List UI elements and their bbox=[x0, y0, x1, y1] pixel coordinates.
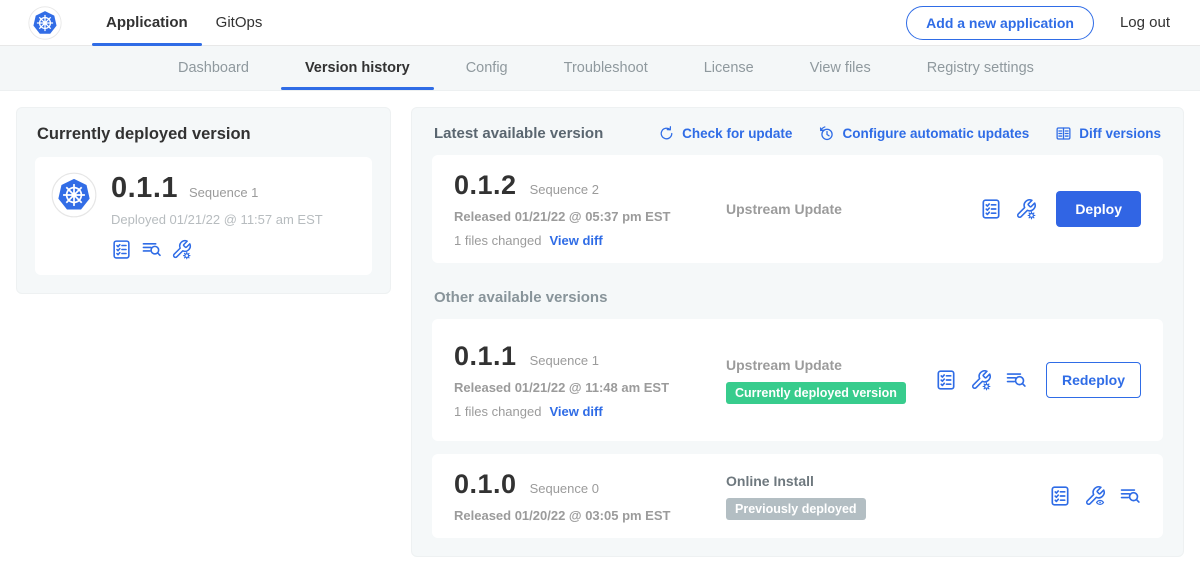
logout-button[interactable]: Log out bbox=[1120, 14, 1170, 31]
view-logs-icon[interactable] bbox=[141, 239, 162, 260]
view-config-icon[interactable] bbox=[1084, 485, 1106, 507]
version-actions: Deploy bbox=[980, 191, 1141, 227]
version-source: Upstream Update Currently deployed versi… bbox=[722, 357, 935, 404]
view-diff-link[interactable]: View diff bbox=[549, 233, 602, 248]
release-notes-icon[interactable] bbox=[935, 369, 957, 391]
currently-deployed-panel: Currently deployed version 0.1.1 Sequenc… bbox=[16, 107, 391, 294]
view-logs-icon[interactable] bbox=[1119, 485, 1141, 507]
redeploy-button[interactable]: Redeploy bbox=[1046, 362, 1141, 398]
subtab-version-history[interactable]: Version history bbox=[277, 46, 438, 90]
version-actions: Redeploy bbox=[935, 362, 1141, 398]
source-label: Upstream Update bbox=[726, 201, 980, 217]
version-number: 0.1.2 bbox=[454, 170, 517, 201]
files-changed-label: 1 files changed bbox=[454, 233, 541, 248]
main-content: Currently deployed version 0.1.1 Sequenc… bbox=[0, 91, 1200, 564]
deployed-version-card: 0.1.1 Sequence 1 Deployed 01/21/22 @ 11:… bbox=[35, 157, 372, 275]
other-versions-title: Other available versions bbox=[434, 289, 1161, 306]
version-row-0-1-1: 0.1.1 Sequence 1 Released 01/21/22 @ 11:… bbox=[432, 319, 1163, 441]
source-label: Online Install bbox=[726, 473, 1049, 489]
top-nav-right: Add a new application Log out bbox=[906, 6, 1170, 40]
view-logs-icon[interactable] bbox=[1005, 369, 1027, 391]
edit-config-icon[interactable] bbox=[1015, 198, 1037, 220]
version-number: 0.1.1 bbox=[454, 341, 517, 372]
diff-table-icon bbox=[1055, 125, 1072, 142]
top-navigation: Application GitOps Add a new application… bbox=[0, 0, 1200, 46]
top-nav-tabs: Application GitOps bbox=[92, 0, 276, 45]
sequence-label: Sequence 0 bbox=[530, 481, 599, 496]
tab-gitops[interactable]: GitOps bbox=[202, 0, 277, 45]
previously-deployed-badge: Previously deployed bbox=[726, 498, 866, 520]
configure-automatic-updates-label: Configure automatic updates bbox=[842, 126, 1029, 141]
subtab-registry-settings[interactable]: Registry settings bbox=[899, 46, 1062, 90]
release-notes-icon[interactable] bbox=[1049, 485, 1071, 507]
version-row-0-1-0: 0.1.0 Sequence 0 Released 01/20/22 @ 03:… bbox=[432, 454, 1163, 538]
version-info: 0.1.0 Sequence 0 Released 01/20/22 @ 03:… bbox=[454, 469, 722, 523]
available-versions-panel: Latest available version Check for updat… bbox=[411, 107, 1184, 557]
release-notes-icon[interactable] bbox=[980, 198, 1002, 220]
configure-automatic-updates-link[interactable]: Configure automatic updates bbox=[818, 125, 1029, 142]
version-row-0-1-2: 0.1.2 Sequence 2 Released 01/21/22 @ 05:… bbox=[432, 155, 1163, 263]
subtab-troubleshoot[interactable]: Troubleshoot bbox=[536, 46, 676, 90]
version-number: 0.1.0 bbox=[454, 469, 517, 500]
subtab-dashboard[interactable]: Dashboard bbox=[150, 46, 277, 90]
version-source: Upstream Update bbox=[722, 201, 980, 217]
subtab-config[interactable]: Config bbox=[438, 46, 536, 90]
released-timestamp: Released 01/21/22 @ 11:48 am EST bbox=[454, 380, 722, 395]
app-sub-navigation: Dashboard Version history Config Trouble… bbox=[0, 46, 1200, 91]
add-new-application-button[interactable]: Add a new application bbox=[906, 6, 1094, 40]
deploy-button[interactable]: Deploy bbox=[1056, 191, 1141, 227]
sequence-label: Sequence 2 bbox=[530, 182, 599, 197]
deployed-version-details: 0.1.1 Sequence 1 Deployed 01/21/22 @ 11:… bbox=[111, 172, 323, 260]
released-timestamp: Released 01/21/22 @ 05:37 pm EST bbox=[454, 209, 722, 224]
diff-versions-link[interactable]: Diff versions bbox=[1055, 125, 1161, 142]
view-diff-link[interactable]: View diff bbox=[549, 404, 602, 419]
currently-deployed-badge: Currently deployed version bbox=[726, 382, 906, 404]
version-actions bbox=[1049, 485, 1141, 507]
deployed-action-icons bbox=[111, 239, 323, 260]
version-source: Online Install Previously deployed bbox=[722, 473, 1049, 520]
app-logo-icon bbox=[51, 172, 97, 218]
version-info: 0.1.2 Sequence 2 Released 01/21/22 @ 05:… bbox=[454, 170, 722, 248]
source-label: Upstream Update bbox=[726, 357, 935, 373]
files-changed-label: 1 files changed bbox=[454, 404, 541, 419]
refresh-icon bbox=[658, 125, 675, 142]
versions-header-actions: Check for update Configure automatic upd… bbox=[658, 125, 1161, 142]
diff-versions-label: Diff versions bbox=[1079, 126, 1161, 141]
deployed-version-number: 0.1.1 bbox=[111, 172, 178, 205]
versions-panel-header: Latest available version Check for updat… bbox=[432, 123, 1163, 142]
subtab-view-files[interactable]: View files bbox=[782, 46, 899, 90]
deployed-panel-title: Currently deployed version bbox=[37, 125, 372, 144]
tab-gitops-label: GitOps bbox=[216, 14, 263, 31]
check-for-update-label: Check for update bbox=[682, 126, 792, 141]
check-for-update-link[interactable]: Check for update bbox=[658, 125, 792, 142]
subtab-license[interactable]: License bbox=[676, 46, 782, 90]
edit-config-icon[interactable] bbox=[970, 369, 992, 391]
tab-application-label: Application bbox=[106, 14, 188, 31]
tab-application[interactable]: Application bbox=[92, 0, 202, 45]
edit-config-icon[interactable] bbox=[171, 239, 192, 260]
sequence-label: Sequence 1 bbox=[530, 353, 599, 368]
clock-arrow-icon bbox=[818, 125, 835, 142]
kubernetes-logo-icon bbox=[28, 6, 62, 40]
deployed-sequence-label: Sequence 1 bbox=[189, 185, 258, 200]
latest-version-title: Latest available version bbox=[434, 125, 603, 142]
deployed-timestamp: Deployed 01/21/22 @ 11:57 am EST bbox=[111, 212, 323, 227]
released-timestamp: Released 01/20/22 @ 03:05 pm EST bbox=[454, 508, 722, 523]
version-info: 0.1.1 Sequence 1 Released 01/21/22 @ 11:… bbox=[454, 341, 722, 419]
release-notes-icon[interactable] bbox=[111, 239, 132, 260]
